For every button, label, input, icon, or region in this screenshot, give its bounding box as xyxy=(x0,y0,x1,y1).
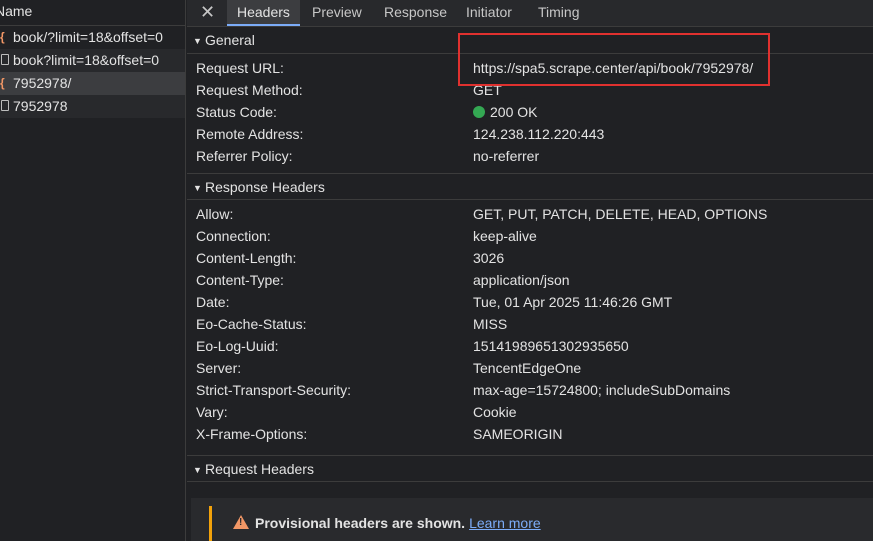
response-header-row: Content-Type: application/json xyxy=(187,269,873,291)
request-row-selected[interactable]: { 7952978/ xyxy=(0,72,185,95)
request-row-label: book?limit=18&offset=0 xyxy=(13,52,160,68)
tab-initiator[interactable]: Initiator xyxy=(466,0,512,26)
header-value: application/json xyxy=(473,272,570,288)
tab-timing[interactable]: Timing xyxy=(538,0,580,26)
close-icon[interactable]: ✕ xyxy=(200,2,215,22)
section-title: General xyxy=(205,32,255,48)
header-value: GET, PUT, PATCH, DELETE, HEAD, OPTIONS xyxy=(473,206,768,222)
response-header-row: Eo-Cache-Status: MISS xyxy=(187,313,873,335)
status-text: 200 OK xyxy=(490,104,538,120)
header-key: Server: xyxy=(196,360,242,376)
request-headers-section-header[interactable]: ▼ Request Headers xyxy=(187,455,873,482)
request-row[interactable]: { book/?limit=18&offset=0 xyxy=(0,26,185,49)
general-section-header[interactable]: ▼ General xyxy=(187,27,873,54)
header-value: 15141989651302935650 xyxy=(473,338,629,354)
response-header-row: Date: Tue, 01 Apr 2025 11:46:26 GMT xyxy=(187,291,873,313)
collapse-triangle-icon: ▼ xyxy=(193,465,202,475)
tab-response[interactable]: Response xyxy=(384,0,447,26)
response-header-row: Server: TencentEdgeOne xyxy=(187,357,873,379)
section-title: Response Headers xyxy=(205,179,325,195)
tab-headers[interactable]: Headers xyxy=(227,0,300,26)
header-value: max-age=15724800; includeSubDomains xyxy=(473,382,731,398)
request-details: ✕ Headers Preview Response Initiator Tim… xyxy=(187,0,873,541)
json-icon: { xyxy=(0,30,5,44)
header-value: no-referrer xyxy=(473,148,540,164)
name-column-label: Name xyxy=(0,3,33,19)
header-key: Referrer Policy: xyxy=(196,148,293,164)
header-key: Date: xyxy=(196,294,230,310)
request-row[interactable]: book?limit=18&offset=0 xyxy=(0,49,185,72)
response-header-row: Connection: keep-alive xyxy=(187,225,873,247)
header-key: Request URL: xyxy=(196,60,284,76)
devtools-network-panel: Name { book/?limit=18&offset=0 book?limi… xyxy=(0,0,873,541)
provisional-headers-notice: Provisional headers are shown.Learn more xyxy=(191,498,873,541)
document-icon xyxy=(0,95,11,117)
header-key: Strict-Transport-Security: xyxy=(196,382,352,398)
response-headers-section-header[interactable]: ▼ Response Headers xyxy=(187,173,873,200)
collapse-triangle-icon: ▼ xyxy=(193,183,202,193)
request-row-label: 7952978 xyxy=(13,98,68,114)
general-row: Request Method: GET xyxy=(187,79,873,101)
header-key: Status Code: xyxy=(196,104,277,120)
warning-icon xyxy=(233,515,249,529)
header-value: Tue, 01 Apr 2025 11:46:26 GMT xyxy=(473,294,673,310)
header-value: Cookie xyxy=(473,404,517,420)
header-value: keep-alive xyxy=(473,228,537,244)
header-key: Connection: xyxy=(196,228,271,244)
request-list: Name { book/?limit=18&offset=0 book?limi… xyxy=(0,0,186,541)
json-icon: { xyxy=(0,76,5,90)
learn-more-link[interactable]: Learn more xyxy=(469,515,541,531)
header-key: Vary: xyxy=(196,404,228,420)
general-row: Request URL: https://spa5.scrape.center/… xyxy=(187,57,873,79)
response-header-row: Vary: Cookie xyxy=(187,401,873,423)
header-key: Request Method: xyxy=(196,82,303,98)
header-key: Eo-Cache-Status: xyxy=(196,316,307,332)
response-header-row: Strict-Transport-Security: max-age=157248… xyxy=(187,379,873,401)
header-key: Remote Address: xyxy=(196,126,304,142)
tab-preview[interactable]: Preview xyxy=(312,0,362,26)
general-row: Remote Address: 124.238.112.220:443 xyxy=(187,123,873,145)
request-row-label: 7952978/ xyxy=(13,75,72,91)
details-tabbar: ✕ Headers Preview Response Initiator Tim… xyxy=(187,0,873,27)
header-key: Allow: xyxy=(196,206,234,222)
header-value: 3026 xyxy=(473,250,505,266)
request-row-label: book/?limit=18&offset=0 xyxy=(13,29,163,45)
document-icon xyxy=(0,49,11,71)
header-value: SAMEORIGIN xyxy=(473,426,563,442)
header-value: 124.238.112.220:443 xyxy=(473,126,605,142)
header-key: Content-Length: xyxy=(196,250,297,266)
header-value: TencentEdgeOne xyxy=(473,360,582,376)
warning-accent-bar xyxy=(209,506,212,541)
request-row[interactable]: 7952978 xyxy=(0,95,185,118)
header-value: GET xyxy=(473,82,502,98)
response-header-row: X-Frame-Options: SAMEORIGIN xyxy=(187,423,873,445)
header-key: X-Frame-Options: xyxy=(196,426,308,442)
general-row: Referrer Policy: no-referrer xyxy=(187,145,873,167)
status-dot-icon xyxy=(473,106,485,118)
general-row: Status Code: 200 OK xyxy=(187,101,873,123)
header-key: Content-Type: xyxy=(196,272,284,288)
name-column-header[interactable]: Name xyxy=(0,0,185,26)
response-header-row: Eo-Log-Uuid: 15141989651302935650 xyxy=(187,335,873,357)
collapse-triangle-icon: ▼ xyxy=(193,36,202,46)
status-code-value: 200 OK xyxy=(473,101,537,123)
header-value: MISS xyxy=(473,316,508,332)
response-header-row: Content-Length: 3026 xyxy=(187,247,873,269)
warning-text: Provisional headers are shown. xyxy=(255,515,466,531)
warning-line: Provisional headers are shown.Learn more xyxy=(233,515,541,531)
section-title: Request Headers xyxy=(205,461,314,477)
request-url-value: https://spa5.scrape.center/api/book/7952… xyxy=(473,60,754,76)
response-header-row: Allow: GET, PUT, PATCH, DELETE, HEAD, OPT… xyxy=(187,203,873,225)
header-key: Eo-Log-Uuid: xyxy=(196,338,279,354)
